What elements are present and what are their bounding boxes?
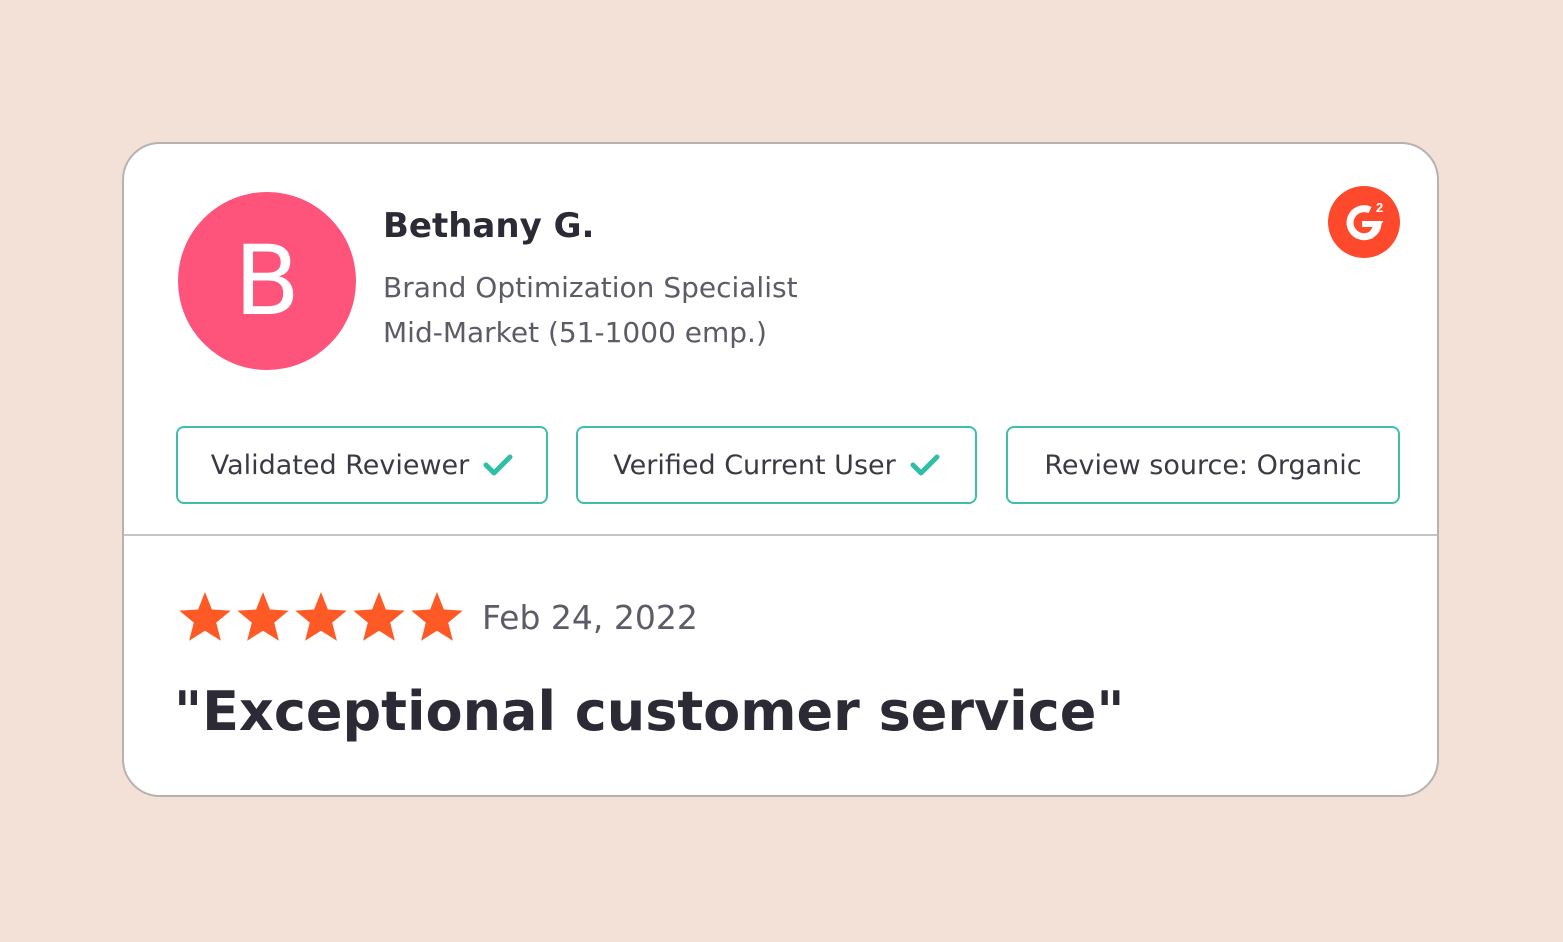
star-icon [237, 592, 289, 641]
reviewer-segment: Mid-Market (51-1000 emp.) [383, 316, 767, 349]
divider [124, 534, 1437, 536]
star-icon [411, 592, 463, 641]
star-icon [179, 592, 231, 641]
verified-current-user-label: Verified Current User [613, 449, 896, 481]
check-icon [483, 454, 513, 476]
star-icon [353, 592, 405, 641]
star-icon [295, 592, 347, 641]
verified-current-user-badge: Verified Current User [576, 426, 977, 504]
avatar: B [178, 192, 356, 370]
review-source-label: Review source: Organic [1044, 449, 1362, 481]
review-card: B Bethany G. Brand Optimization Speciali… [122, 142, 1439, 797]
check-icon [910, 454, 940, 476]
review-title: "Exceptional customer service" [174, 680, 1125, 743]
review-date: Feb 24, 2022 [482, 598, 698, 637]
svg-text:2: 2 [1376, 200, 1383, 215]
validated-reviewer-badge: Validated Reviewer [176, 426, 548, 504]
reviewer-role: Brand Optimization Specialist [383, 271, 798, 304]
validated-reviewer-label: Validated Reviewer [210, 449, 470, 481]
g2-logo-icon: 2 [1328, 186, 1400, 258]
review-source-badge: Review source: Organic [1006, 426, 1400, 504]
star-rating [176, 590, 466, 648]
reviewer-name: Bethany G. [383, 206, 595, 246]
avatar-initial: B [234, 225, 300, 337]
